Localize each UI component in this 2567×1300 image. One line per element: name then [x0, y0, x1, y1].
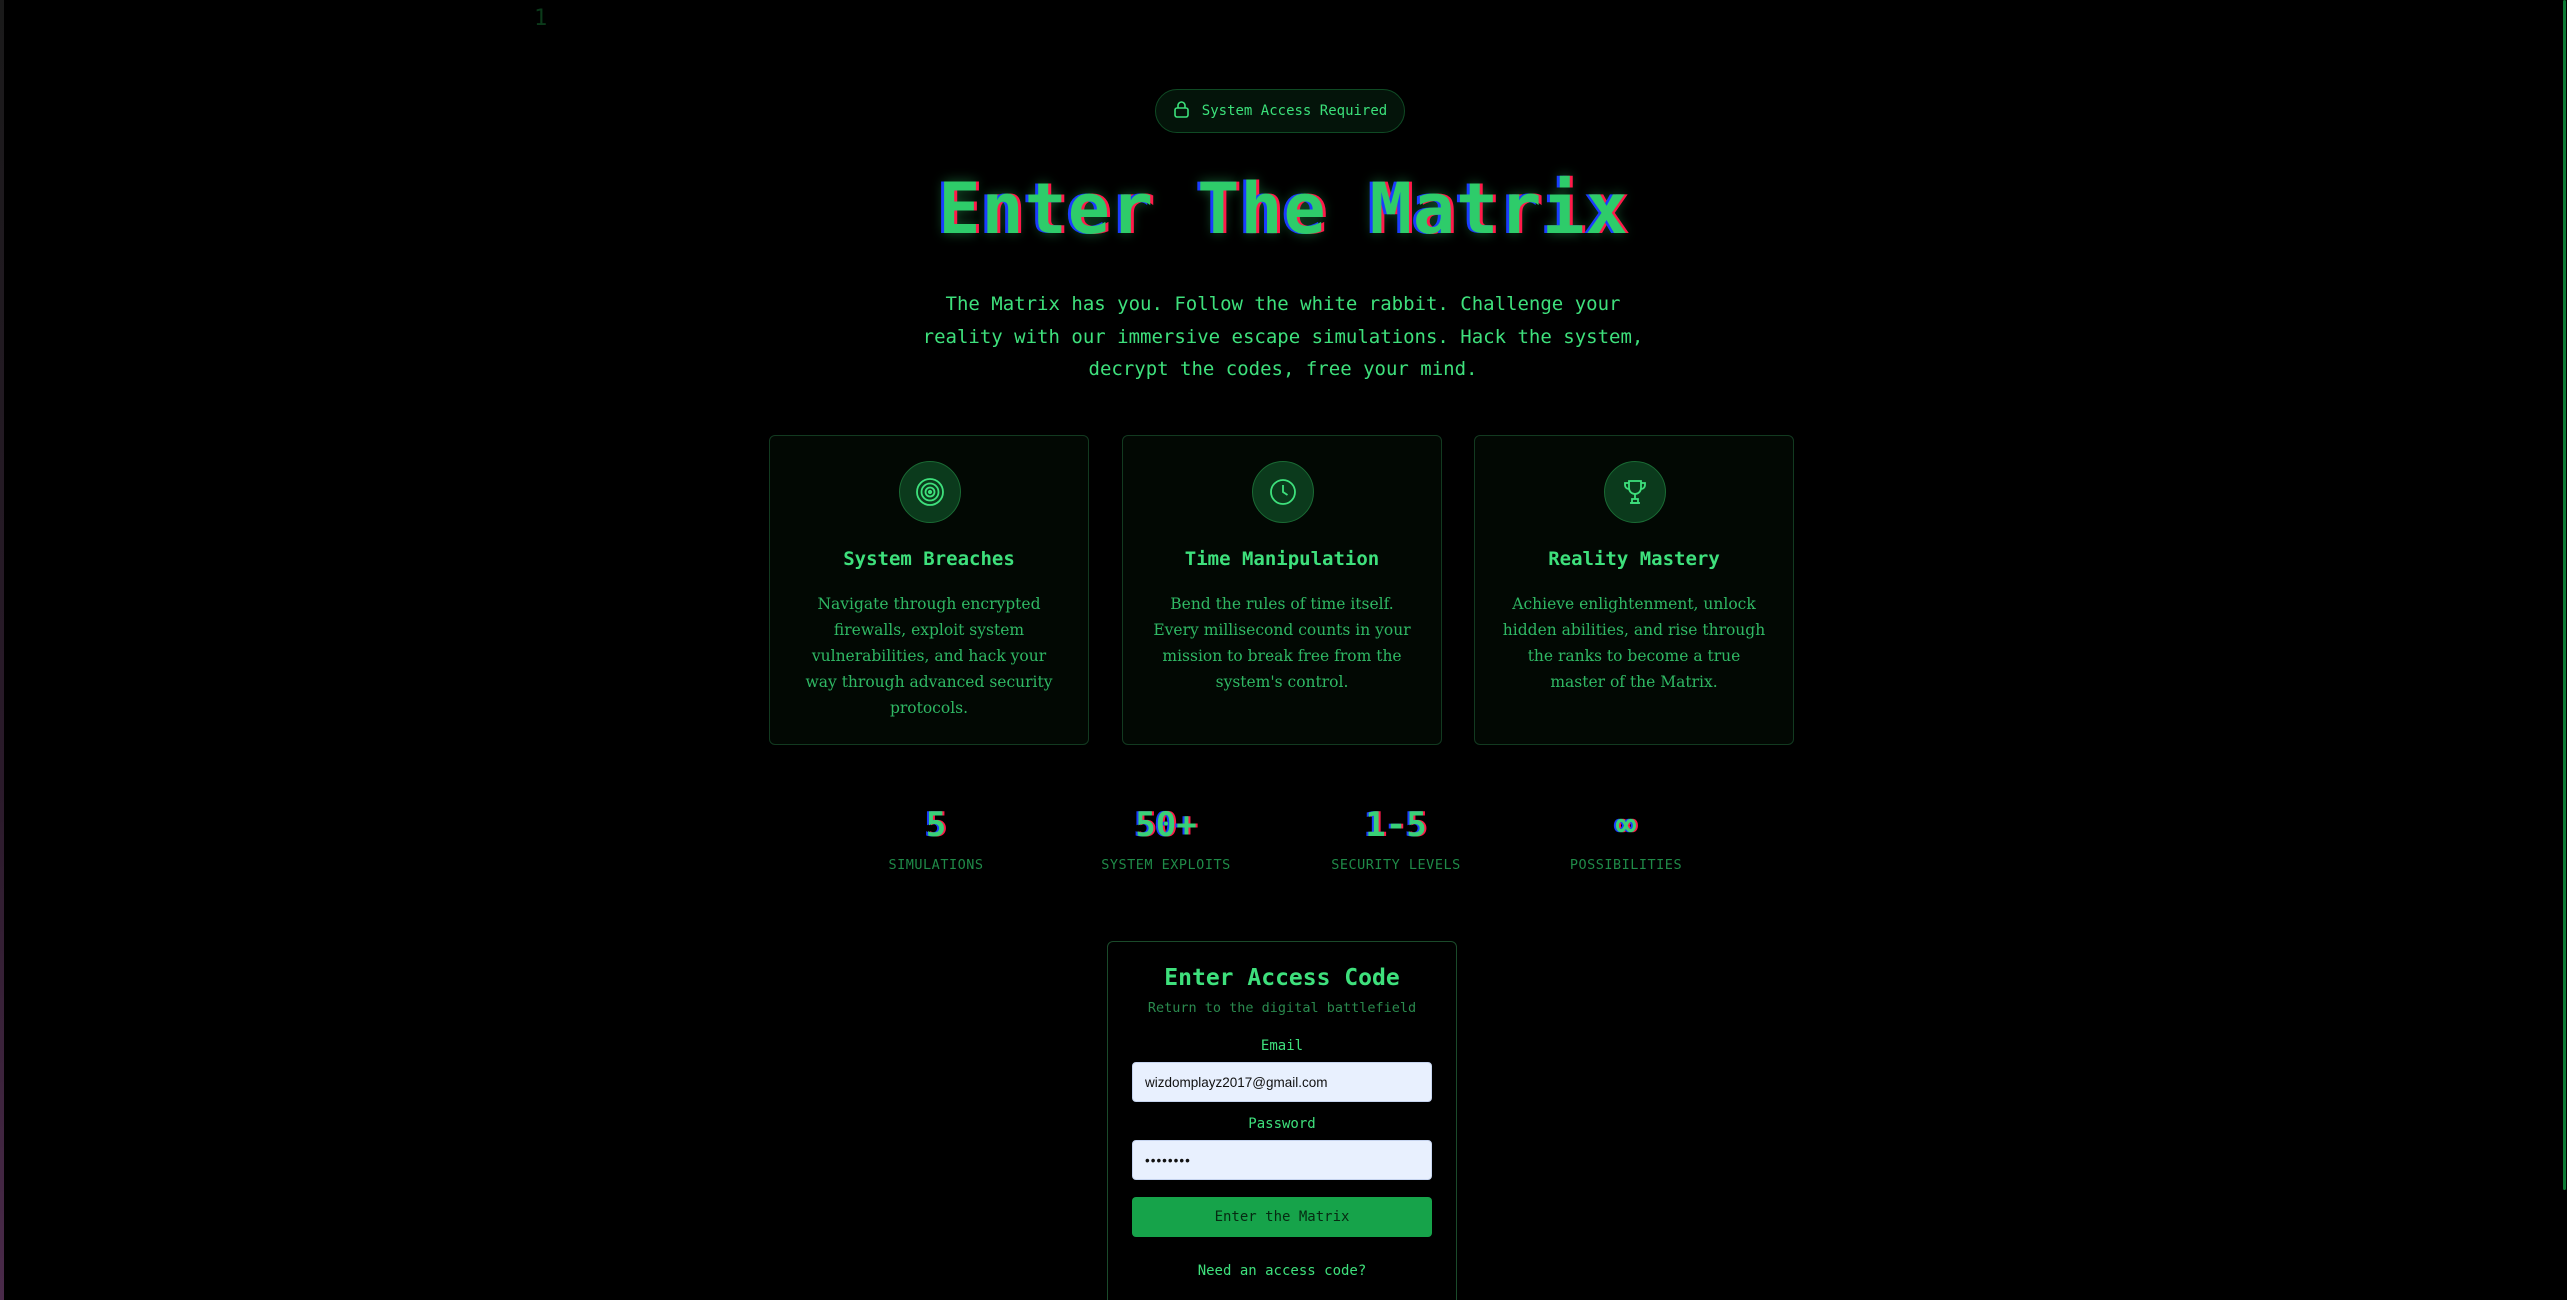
- password-label: Password: [1248, 1116, 1316, 1132]
- stat-label: SIMULATIONS: [888, 857, 984, 873]
- email-field[interactable]: [1132, 1062, 1432, 1102]
- stat-label: SYSTEM EXPLOITS: [1101, 857, 1231, 873]
- clock-icon: [1252, 461, 1314, 523]
- feature-description: Navigate through encrypted firewalls, ex…: [805, 595, 1053, 717]
- target-icon: [899, 461, 961, 523]
- feature-title: Time Manipulation: [1184, 548, 1380, 570]
- feature-description: Achieve enlightenment, unlock hidden abi…: [1502, 595, 1766, 691]
- stat-simulations: 5 SIMULATIONS: [836, 805, 1036, 873]
- stat-value: 1-5: [1365, 805, 1427, 845]
- feature-description: Bend the rules of time itself. Every mil…: [1153, 595, 1411, 691]
- page: 1 System Access Required Enter The Matri…: [0, 0, 2567, 1300]
- hero-title: Enter The Matrix: [938, 168, 1629, 250]
- feature-title: Reality Mastery: [1548, 548, 1720, 570]
- hero-subtitle: The Matrix has you. Follow the white rab…: [922, 293, 1644, 380]
- feature-card-system-breaches: System Breaches Navigate through encrypt…: [769, 435, 1089, 745]
- login-title: Enter Access Code: [1164, 965, 1400, 991]
- feature-card-time-manipulation: Time Manipulation Bend the rules of time…: [1122, 435, 1442, 745]
- stat-value: ∞: [1615, 805, 1637, 845]
- matrix-rain-char: 1: [534, 6, 548, 31]
- feature-card-reality-mastery: Reality Mastery Achieve enlightenment, u…: [1474, 435, 1794, 745]
- login-subtitle: Return to the digital battlefield: [1147, 1000, 1417, 1016]
- stat-security-levels: 1-5 SECURITY LEVELS: [1296, 805, 1496, 873]
- login-card: Enter Access Code Return to the digital …: [1107, 941, 1457, 1300]
- stat-value: 5: [925, 805, 947, 845]
- enter-matrix-button[interactable]: Enter the Matrix: [1132, 1197, 1432, 1237]
- need-access-code-link[interactable]: Need an access code?: [1108, 1263, 1456, 1279]
- password-field[interactable]: [1132, 1140, 1432, 1180]
- stat-label: SECURITY LEVELS: [1331, 857, 1461, 873]
- system-access-badge: System Access Required: [1155, 89, 1405, 133]
- badge-text: System Access Required: [1201, 103, 1388, 119]
- stat-label: POSSIBILITIES: [1569, 857, 1683, 873]
- feature-title: System Breaches: [843, 548, 1015, 570]
- stat-system-exploits: 50+ SYSTEM EXPLOITS: [1066, 805, 1266, 873]
- stat-possibilities: ∞ POSSIBILITIES: [1526, 805, 1726, 873]
- email-label: Email: [1260, 1038, 1304, 1054]
- trophy-icon: [1604, 461, 1666, 523]
- lock-icon: [1173, 100, 1190, 122]
- stat-value: 50+: [1135, 805, 1197, 845]
